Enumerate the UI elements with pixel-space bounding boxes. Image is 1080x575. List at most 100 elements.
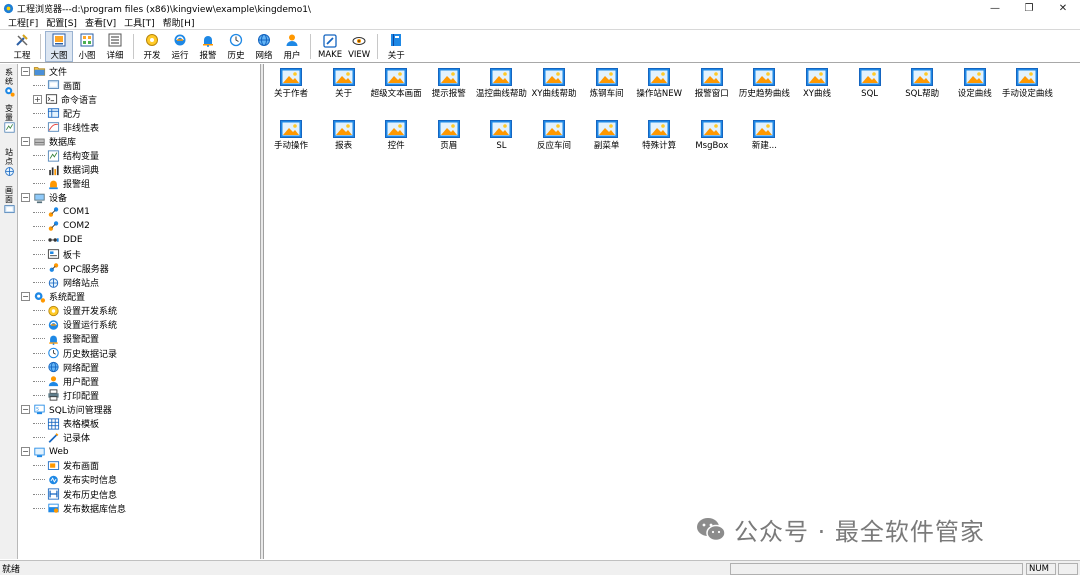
- screen-item[interactable]: 炼钢车间: [581, 68, 633, 100]
- collapse-toggle[interactable]: −: [21, 292, 30, 302]
- tree-item[interactable]: + 命令语言: [33, 92, 97, 106]
- screen-item[interactable]: 设定曲线: [949, 68, 1001, 100]
- tree-item[interactable]: DDE: [33, 233, 83, 247]
- tree-item[interactable]: 网络站点: [33, 276, 99, 290]
- tree-item[interactable]: 配方: [33, 106, 81, 120]
- toolbar-button-view[interactable]: VIEW: [345, 31, 373, 62]
- screen-item[interactable]: 关于作者: [265, 68, 317, 100]
- screen-item-label: 关于: [335, 89, 353, 99]
- project-tree: − 文件 画面 + 命令语言 配方 非线性表 − 数据库 结构变量 数据词典 报警组 − 设备 COM1 CO…: [19, 64, 261, 559]
- screen-item[interactable]: 提示报警: [423, 68, 475, 100]
- tree-item[interactable]: 发布实时信息: [33, 473, 117, 487]
- menu-help[interactable]: 帮助[H]: [163, 16, 195, 29]
- tree-item[interactable]: 网络配置: [33, 360, 99, 374]
- tree-group[interactable]: − Web: [21, 445, 69, 459]
- screen-item[interactable]: 关于: [318, 68, 370, 100]
- develop-icon: [146, 33, 158, 46]
- tree-item-label: COM1: [63, 207, 90, 217]
- screen-item[interactable]: 新建...: [738, 120, 790, 152]
- tree-item[interactable]: 打印配置: [33, 388, 99, 402]
- tree-group[interactable]: − 文件: [21, 64, 67, 78]
- tree-item[interactable]: 报警配置: [33, 332, 99, 346]
- restore-button[interactable]: ❐: [1012, 0, 1046, 16]
- tree-item[interactable]: COM2: [33, 219, 90, 233]
- collapse-toggle[interactable]: −: [21, 193, 30, 203]
- screen-item[interactable]: 手动设定曲线: [1001, 68, 1053, 100]
- side-tab-1[interactable]: 系统: [2, 68, 16, 98]
- window-controls: — ❐ ✕: [978, 0, 1080, 16]
- tree-item[interactable]: 记录体: [33, 431, 90, 445]
- side-tab-4[interactable]: 画面: [2, 186, 16, 216]
- collapse-toggle[interactable]: −: [21, 447, 30, 457]
- tree-item-label: 表格模板: [63, 420, 100, 430]
- tree-item[interactable]: COM1: [33, 205, 90, 219]
- tree-item[interactable]: 发布历史信息: [33, 487, 117, 501]
- screen-item[interactable]: 手动操作: [265, 120, 317, 152]
- screen-item[interactable]: 页眉: [423, 120, 475, 152]
- tree-item[interactable]: 画面: [33, 78, 81, 92]
- tree-item[interactable]: 发布数据库信息: [33, 501, 126, 515]
- screen-item[interactable]: XY曲线: [791, 68, 843, 100]
- screen-item[interactable]: 温控曲线帮助: [475, 68, 527, 100]
- tree-group[interactable]: − S SQL访问管理器: [21, 402, 112, 416]
- collapse-toggle[interactable]: −: [21, 66, 30, 76]
- toolbar-separator: [310, 34, 311, 59]
- tree-item[interactable]: 用户配置: [33, 374, 99, 388]
- menu-tools[interactable]: 工具[T]: [124, 16, 155, 29]
- toolbar-button-details-view[interactable]: 详细: [101, 31, 129, 62]
- menu-view[interactable]: 查看[V]: [85, 16, 116, 29]
- screen-item[interactable]: 历史趋势曲线: [738, 68, 790, 100]
- screen-item[interactable]: XY曲线帮助: [528, 68, 580, 100]
- tree-item[interactable]: 非线性表: [33, 120, 99, 134]
- toolbar-button-history[interactable]: 历史: [222, 31, 250, 62]
- tree-group[interactable]: − 数据库: [21, 135, 76, 149]
- screen-item[interactable]: SQL: [844, 68, 896, 100]
- screen-item[interactable]: 报表: [318, 120, 370, 152]
- screen-item[interactable]: 报警窗口: [686, 68, 738, 100]
- expand-toggle[interactable]: +: [33, 94, 42, 104]
- toolbar-button-alarm-bell[interactable]: 报警: [194, 31, 222, 62]
- tree-item[interactable]: 历史数据记录: [33, 346, 117, 360]
- tree-item[interactable]: 板卡: [33, 247, 81, 261]
- collapse-toggle[interactable]: −: [21, 137, 30, 146]
- screen-item[interactable]: 超级文本画面: [370, 68, 422, 100]
- toolbar-button-large-view-icon[interactable]: 大图: [45, 31, 73, 62]
- toolbar-button-run[interactable]: 运行: [166, 31, 194, 62]
- toolbar-button-tools[interactable]: 工程: [8, 31, 36, 62]
- window-title: 工程浏览器---d:\program files (x86)\kingview\…: [17, 4, 311, 15]
- menu-project[interactable]: 工程[F]: [8, 16, 38, 29]
- screen-item[interactable]: MsgBox: [686, 120, 738, 152]
- panel-splitter[interactable]: [261, 64, 264, 559]
- screen-item[interactable]: 控件: [370, 120, 422, 152]
- tree-group[interactable]: − 设备: [21, 191, 67, 205]
- toolbar-button-user[interactable]: 用户: [278, 31, 306, 62]
- menu-config[interactable]: 配置[S]: [46, 16, 77, 29]
- tree-item[interactable]: 结构变量: [33, 149, 99, 163]
- tree-item[interactable]: 设置运行系统: [33, 318, 117, 332]
- toolbar-button-about-book[interactable]: 关于: [382, 31, 410, 62]
- tree-item[interactable]: 发布画面: [33, 459, 99, 473]
- tree-item[interactable]: 表格模板: [33, 417, 99, 431]
- close-button[interactable]: ✕: [1046, 0, 1080, 16]
- screen-item[interactable]: 反应车间: [528, 120, 580, 152]
- side-tab-2[interactable]: 变量: [2, 104, 16, 134]
- tree-item[interactable]: OPC服务器: [33, 261, 109, 275]
- screen-item[interactable]: SQL帮助: [896, 68, 948, 100]
- side-tab-3[interactable]: 站点: [2, 148, 16, 178]
- screen-item-label: 手动操作: [273, 141, 308, 151]
- toolbar-button-small-view-icon[interactable]: 小图: [73, 31, 101, 62]
- tree-item[interactable]: 设置开发系统: [33, 304, 117, 318]
- toolbar-button-make[interactable]: MAKE: [315, 31, 345, 62]
- tree-item[interactable]: 数据词典: [33, 163, 99, 177]
- screen-item[interactable]: SL: [475, 120, 527, 152]
- screen-item[interactable]: 副菜单: [581, 120, 633, 152]
- screen-item[interactable]: 特殊计算: [633, 120, 685, 152]
- minimize-button[interactable]: —: [978, 0, 1012, 16]
- tree-group[interactable]: − 系统配置: [21, 290, 85, 304]
- tree-item[interactable]: 报警组: [33, 177, 90, 191]
- toolbar-button-develop[interactable]: 开发: [138, 31, 166, 62]
- screen-item[interactable]: 操作站NEW: [633, 68, 685, 100]
- watermark-text: 公众号 · 最全软件管家: [734, 518, 985, 546]
- toolbar-button-network-globe[interactable]: 网络: [250, 31, 278, 62]
- collapse-toggle[interactable]: −: [21, 404, 30, 414]
